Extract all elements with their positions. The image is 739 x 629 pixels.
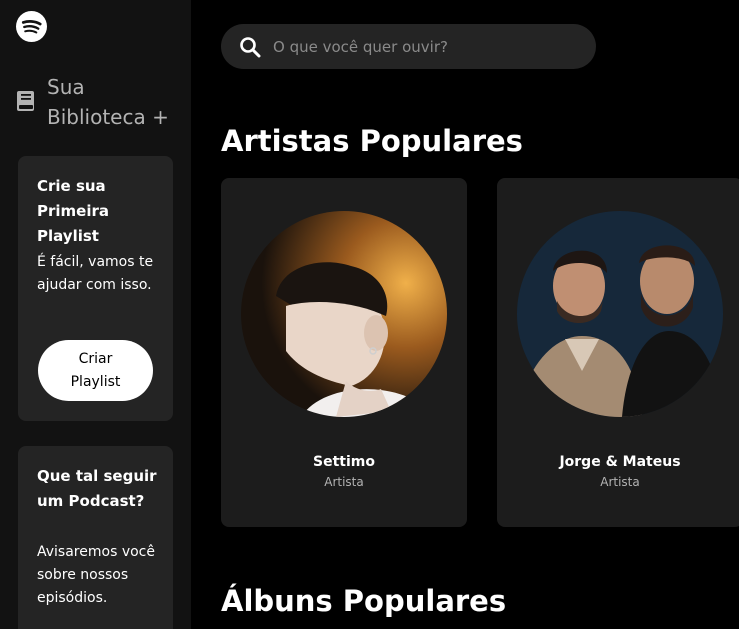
spotify-logo-icon[interactable] xyxy=(16,11,47,42)
artist-type: Artista xyxy=(324,475,364,489)
create-playlist-button[interactable]: Criar Playlist xyxy=(38,340,153,401)
library-label: Sua Biblioteca + xyxy=(47,75,169,129)
search-input[interactable] xyxy=(273,24,583,69)
artist-card[interactable]: Jorge & Mateus Artista xyxy=(497,178,739,527)
artist-type: Artista xyxy=(600,475,640,489)
artist-name: Jorge & Mateus xyxy=(559,454,681,470)
section-title-artists: Artistas Populares xyxy=(221,124,523,158)
create-playlist-card: Crie sua Primeira Playlist É fácil, vamo… xyxy=(18,156,173,421)
artist-photo xyxy=(241,211,447,417)
artist-card[interactable]: Settimo Artista xyxy=(221,178,467,527)
card-text: É fácil, vamos te ajudar com isso. xyxy=(37,254,154,293)
book-icon xyxy=(17,91,34,111)
follow-podcast-card: Que tal seguir um Podcast? Avisaremos vo… xyxy=(18,446,173,629)
search-bar[interactable] xyxy=(221,24,596,69)
main-content: Artistas Populares xyxy=(191,0,739,629)
artist-photo xyxy=(517,211,723,417)
card-text: Avisaremos você sobre nossos episódios. xyxy=(37,544,155,606)
card-title: Que tal seguir um Podcast? xyxy=(37,467,157,510)
search-icon xyxy=(240,37,261,58)
card-title: Crie sua Primeira Playlist xyxy=(37,177,109,245)
app-window: Sua Biblioteca + Crie sua Primeira Playl… xyxy=(0,0,739,629)
section-title-albums: Álbuns Populares xyxy=(221,584,507,618)
sidebar: Sua Biblioteca + Crie sua Primeira Playl… xyxy=(0,0,191,629)
artist-name: Settimo xyxy=(313,454,375,470)
